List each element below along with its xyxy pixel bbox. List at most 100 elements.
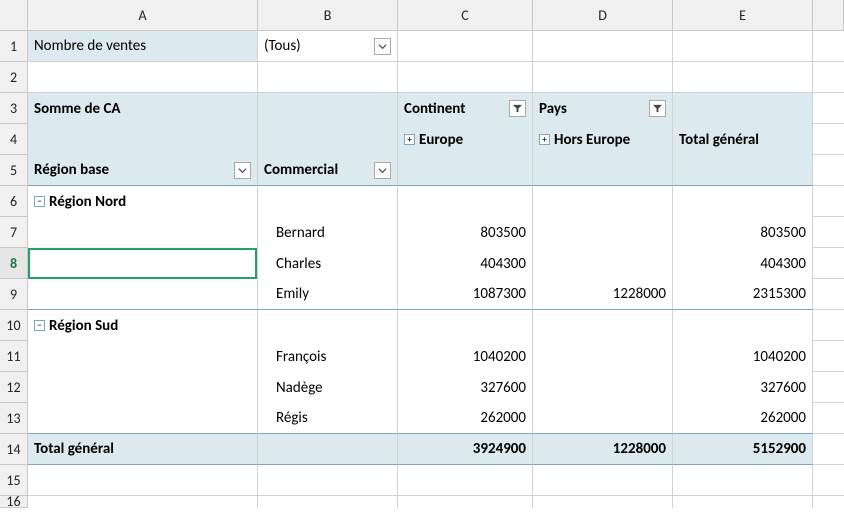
cell-d7[interactable] xyxy=(533,217,673,248)
cell-c14[interactable]: 3924900 xyxy=(398,434,533,465)
cell-d1[interactable] xyxy=(533,31,673,62)
cell-a1[interactable]: Nombre de ventes xyxy=(28,31,258,62)
cell-d16[interactable] xyxy=(533,496,673,508)
cell-d5[interactable] xyxy=(533,155,673,186)
row-header-8[interactable]: 8 xyxy=(0,248,28,279)
cell-f16[interactable] xyxy=(813,496,844,508)
collapse-region-nord-button[interactable]: − xyxy=(34,196,45,207)
cell-f14[interactable] xyxy=(813,434,844,465)
cell-a2[interactable] xyxy=(28,62,258,93)
cell-b16[interactable] xyxy=(258,496,398,508)
cell-d8[interactable] xyxy=(533,248,673,279)
cell-f10[interactable] xyxy=(813,310,844,341)
continent-filter-dropdown[interactable] xyxy=(509,100,526,117)
cell-b11[interactable]: François xyxy=(258,341,398,372)
cell-e1[interactable] xyxy=(673,31,813,62)
row-header-7[interactable]: 7 xyxy=(0,217,28,248)
select-all-corner[interactable] xyxy=(0,0,28,31)
cell-c8[interactable]: 404300 xyxy=(398,248,533,279)
cell-c3[interactable]: Continent xyxy=(398,93,533,124)
cell-a16[interactable] xyxy=(28,496,258,508)
cell-e7[interactable]: 803500 xyxy=(673,217,813,248)
cell-f5[interactable] xyxy=(813,155,844,186)
cell-a13[interactable] xyxy=(28,403,258,434)
cell-b5[interactable]: Commercial xyxy=(258,155,398,186)
cell-e9[interactable]: 2315300 xyxy=(673,279,813,310)
pays-filter-dropdown[interactable] xyxy=(649,100,666,117)
cell-e3[interactable] xyxy=(673,93,813,124)
cell-e14[interactable]: 5152900 xyxy=(673,434,813,465)
filter-dropdown[interactable] xyxy=(374,38,391,55)
cell-c6[interactable] xyxy=(398,186,533,217)
cell-a9[interactable] xyxy=(28,279,258,310)
cell-d4[interactable]: + Hors Europe xyxy=(533,124,673,155)
cell-f9[interactable] xyxy=(813,279,844,310)
row-header-10[interactable]: 10 xyxy=(0,310,28,341)
commercial-dropdown[interactable] xyxy=(374,162,391,179)
cell-c10[interactable] xyxy=(398,310,533,341)
cell-a12[interactable] xyxy=(28,372,258,403)
spreadsheet-grid[interactable]: A B C D E 1 Nombre de ventes (Tous) 2 3 … xyxy=(0,0,844,527)
cell-f4[interactable] xyxy=(813,124,844,155)
cell-d13[interactable] xyxy=(533,403,673,434)
cell-b2[interactable] xyxy=(258,62,398,93)
row-header-12[interactable]: 12 xyxy=(0,372,28,403)
row-header-1[interactable]: 1 xyxy=(0,31,28,62)
cell-e12[interactable]: 327600 xyxy=(673,372,813,403)
cell-a3[interactable]: Somme de CA xyxy=(28,93,258,124)
cell-d11[interactable] xyxy=(533,341,673,372)
cell-d2[interactable] xyxy=(533,62,673,93)
cell-c11[interactable]: 1040200 xyxy=(398,341,533,372)
cell-c15[interactable] xyxy=(398,465,533,496)
cell-d15[interactable] xyxy=(533,465,673,496)
cell-a7[interactable] xyxy=(28,217,258,248)
cell-b4[interactable] xyxy=(258,124,398,155)
cell-d6[interactable] xyxy=(533,186,673,217)
cell-c4[interactable]: + Europe xyxy=(398,124,533,155)
cell-b14[interactable] xyxy=(258,434,398,465)
cell-c2[interactable] xyxy=(398,62,533,93)
cell-f13[interactable] xyxy=(813,403,844,434)
cell-e5[interactable] xyxy=(673,155,813,186)
region-dropdown[interactable] xyxy=(234,162,251,179)
cell-c9[interactable]: 1087300 xyxy=(398,279,533,310)
col-header-extra[interactable] xyxy=(813,0,844,31)
cell-f11[interactable] xyxy=(813,341,844,372)
col-header-a[interactable]: A xyxy=(28,0,258,31)
cell-b10[interactable] xyxy=(258,310,398,341)
row-header-16[interactable]: 16 xyxy=(0,496,28,508)
cell-c16[interactable] xyxy=(398,496,533,508)
cell-b1[interactable]: (Tous) xyxy=(258,31,398,62)
expand-europe-button[interactable]: + xyxy=(404,134,415,145)
cell-f2[interactable] xyxy=(813,62,844,93)
cell-f3[interactable] xyxy=(813,93,844,124)
cell-a14[interactable]: Total général xyxy=(28,434,258,465)
row-header-9[interactable]: 9 xyxy=(0,279,28,310)
col-header-e[interactable]: E xyxy=(673,0,813,31)
cell-b3[interactable] xyxy=(258,93,398,124)
cell-f6[interactable] xyxy=(813,186,844,217)
row-header-15[interactable]: 15 xyxy=(0,465,28,496)
row-header-6[interactable]: 6 xyxy=(0,186,28,217)
cell-f1[interactable] xyxy=(813,31,844,62)
cell-e13[interactable]: 262000 xyxy=(673,403,813,434)
expand-hors-europe-button[interactable]: + xyxy=(539,134,550,145)
cell-b7[interactable]: Bernard xyxy=(258,217,398,248)
cell-d10[interactable] xyxy=(533,310,673,341)
cell-f7[interactable] xyxy=(813,217,844,248)
cell-f12[interactable] xyxy=(813,372,844,403)
cell-a11[interactable] xyxy=(28,341,258,372)
col-header-b[interactable]: B xyxy=(258,0,398,31)
cell-e4[interactable]: Total général xyxy=(673,124,813,155)
row-header-13[interactable]: 13 xyxy=(0,403,28,434)
col-header-d[interactable]: D xyxy=(533,0,673,31)
cell-b13[interactable]: Régis xyxy=(258,403,398,434)
row-header-3[interactable]: 3 xyxy=(0,93,28,124)
cell-d9[interactable]: 1228000 xyxy=(533,279,673,310)
cell-b9[interactable]: Emily xyxy=(258,279,398,310)
cell-a6[interactable]: − Région Nord xyxy=(28,186,258,217)
cell-c12[interactable]: 327600 xyxy=(398,372,533,403)
cell-d3[interactable]: Pays xyxy=(533,93,673,124)
cell-d12[interactable] xyxy=(533,372,673,403)
cell-a5[interactable]: Région base xyxy=(28,155,258,186)
